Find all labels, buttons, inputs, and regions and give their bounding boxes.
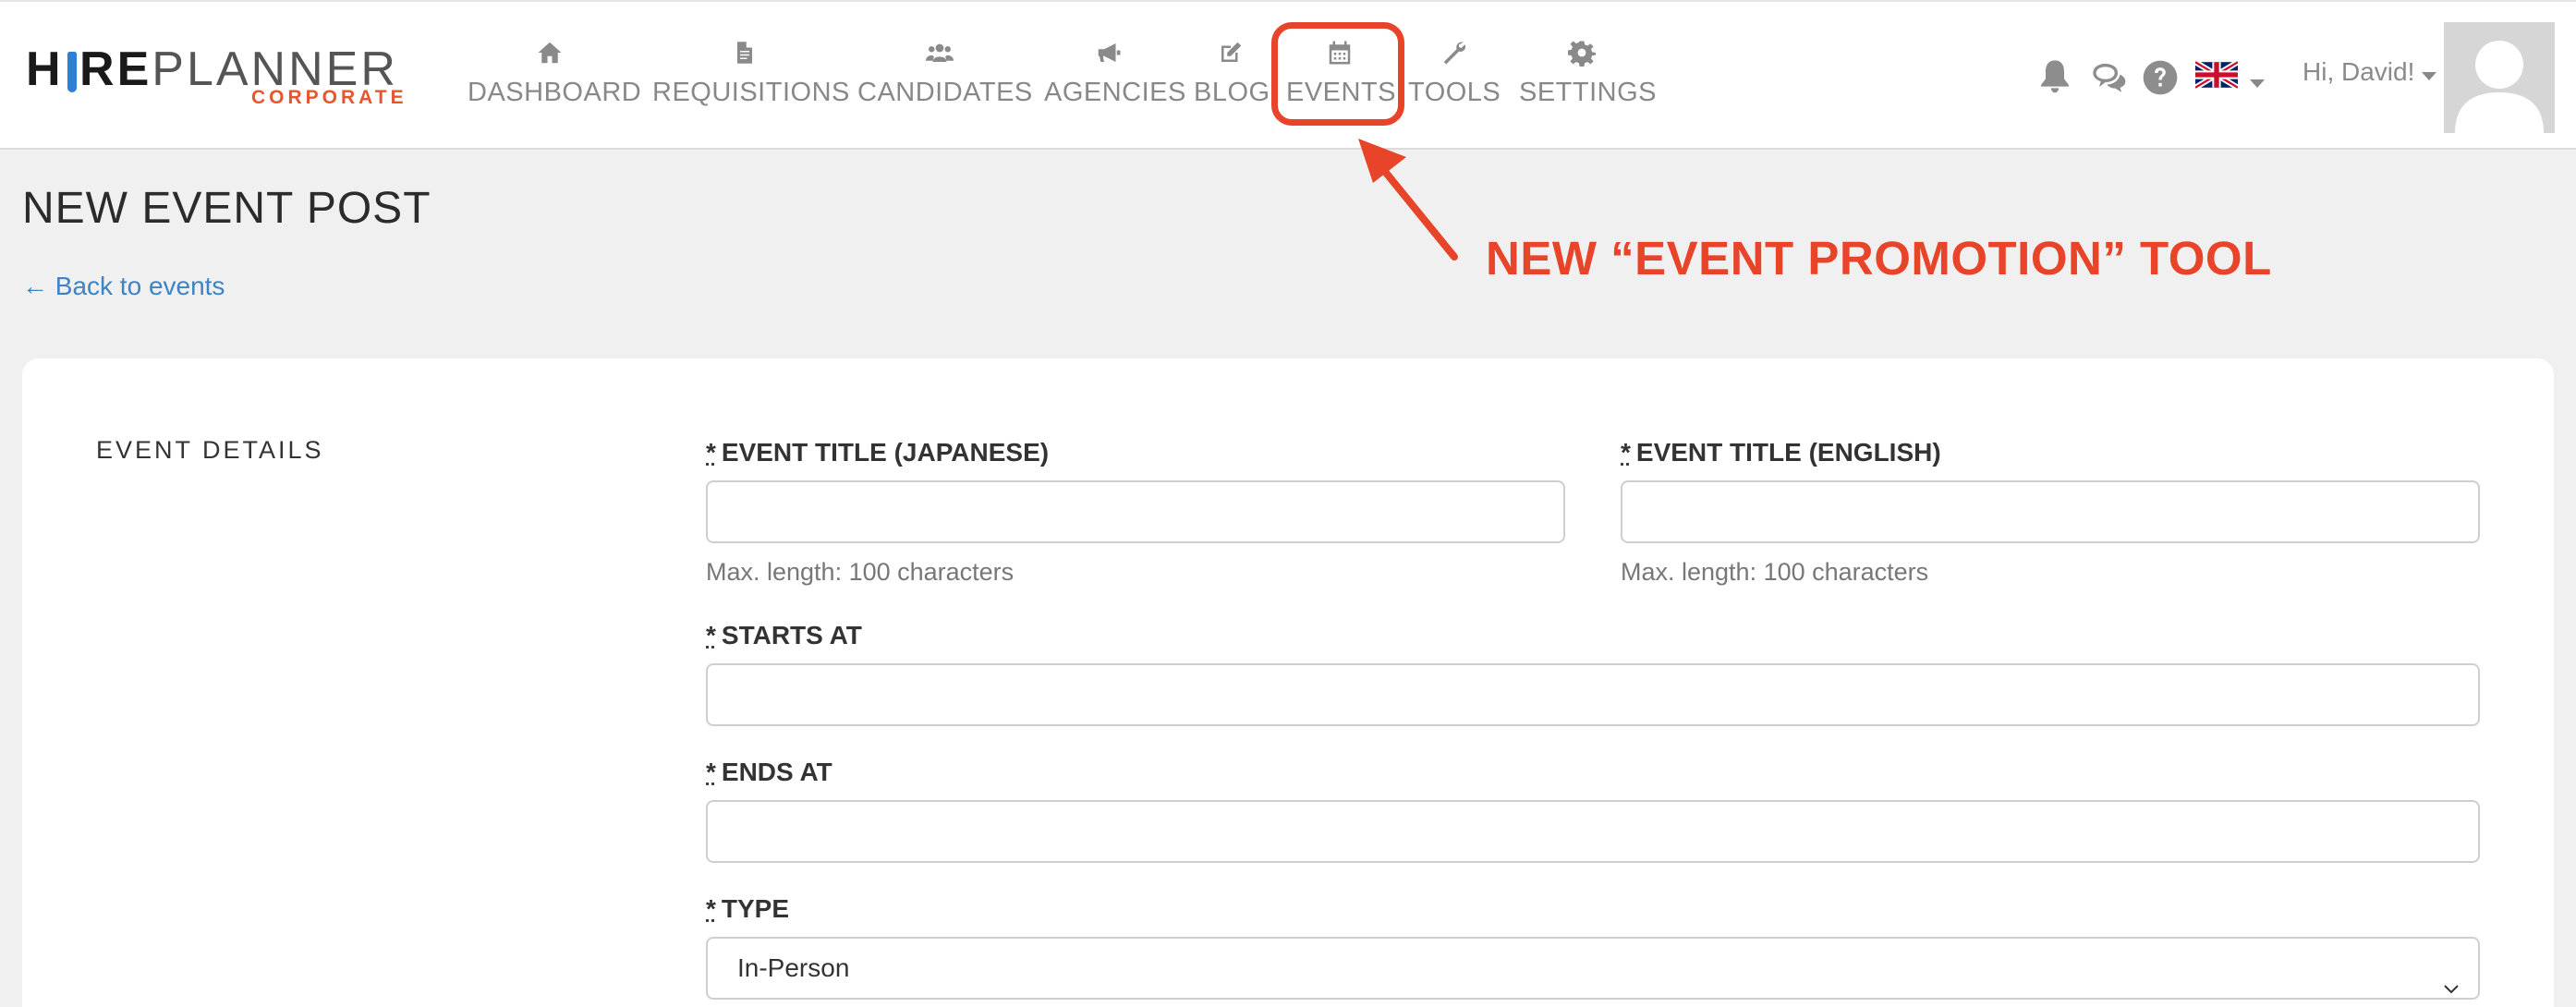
nav-label: BLOG bbox=[1194, 78, 1270, 107]
label-text: ENDS AT bbox=[721, 758, 832, 786]
hireplanner-logo[interactable]: HiREPLANNER CORPORATE bbox=[26, 42, 404, 116]
annotation-text: NEW “EVENT PROMOTION” TOOL bbox=[1486, 232, 2272, 285]
nav-item-dashboard[interactable]: DASHBOARD bbox=[468, 39, 642, 113]
required-marker: * bbox=[1621, 438, 1631, 467]
label-text: EVENT TITLE (ENGLISH) bbox=[1635, 438, 1941, 467]
type-select[interactable]: In-Person bbox=[706, 937, 2480, 1000]
logo-letter-h: H bbox=[26, 42, 64, 96]
nav-item-blog[interactable]: BLOG bbox=[1194, 39, 1270, 113]
label-text: STARTS AT bbox=[721, 621, 862, 649]
type-selected-value: In-Person bbox=[737, 953, 850, 982]
logo-letter-i: i bbox=[64, 42, 79, 96]
app-root: HiREPLANNER CORPORATE DASHBOARD REQUISIT… bbox=[0, 0, 2576, 1007]
home-icon bbox=[468, 39, 632, 72]
nav-item-tools[interactable]: TOOLS bbox=[1408, 39, 1501, 113]
label-text: EVENT TITLE (JAPANESE) bbox=[721, 438, 1050, 467]
title-en-label: * EVENT TITLE (ENGLISH) bbox=[1621, 438, 1941, 467]
label-text: TYPE bbox=[721, 894, 790, 923]
wrench-icon bbox=[1408, 39, 1501, 72]
title-en-input[interactable] bbox=[1621, 480, 2480, 543]
chevron-down-icon bbox=[2443, 959, 2460, 994]
required-marker: * bbox=[706, 438, 716, 467]
required-marker: * bbox=[706, 894, 716, 923]
tie-icon bbox=[67, 52, 77, 92]
nav-item-settings[interactable]: SETTINGS bbox=[1519, 39, 1658, 113]
avatar[interactable] bbox=[2444, 22, 2555, 133]
chat-icon[interactable] bbox=[2090, 59, 2127, 96]
required-marker: * bbox=[706, 621, 716, 649]
top-navbar: HiREPLANNER CORPORATE DASHBOARD REQUISIT… bbox=[0, 0, 2576, 150]
gear-icon bbox=[1519, 39, 1645, 72]
ends-at-label: * ENDS AT bbox=[706, 758, 832, 787]
nav-label: TOOLS bbox=[1408, 78, 1501, 107]
users-icon bbox=[857, 39, 1022, 72]
uk-flag-icon[interactable] bbox=[2193, 59, 2240, 91]
event-form-card: EVENT DETAILS * EVENT TITLE (JAPANESE) Ma… bbox=[22, 358, 2554, 1007]
title-ja-help: Max. length: 100 characters bbox=[706, 558, 1015, 586]
user-greeting[interactable]: Hi, David! bbox=[2303, 57, 2414, 87]
back-to-events-link[interactable]: ← Back to events bbox=[22, 272, 225, 301]
help-icon[interactable] bbox=[2142, 59, 2179, 96]
nav-label: REQUISITIONS bbox=[652, 78, 850, 107]
nav-label: AGENCIES bbox=[1044, 78, 1186, 107]
type-label: * TYPE bbox=[706, 894, 789, 924]
logo-letters-re: RE bbox=[79, 42, 152, 96]
nav-item-candidates[interactable]: CANDIDATES bbox=[857, 39, 1033, 113]
starts-at-input[interactable] bbox=[706, 663, 2480, 726]
title-ja-input[interactable] bbox=[706, 480, 1565, 543]
nav-label: SETTINGS bbox=[1519, 78, 1658, 107]
required-marker: * bbox=[706, 758, 716, 786]
user-menu-caret-icon[interactable] bbox=[2422, 72, 2436, 80]
nav-item-requisitions[interactable]: REQUISITIONS bbox=[652, 39, 850, 113]
bell-icon[interactable] bbox=[2036, 57, 2073, 94]
logo-subtitle: CORPORATE bbox=[251, 87, 407, 108]
nav-item-agencies[interactable]: AGENCIES bbox=[1044, 39, 1186, 113]
annotation-arrow-icon bbox=[1358, 139, 1458, 261]
starts-at-label: * STARTS AT bbox=[706, 621, 862, 650]
nav-label: CANDIDATES bbox=[857, 78, 1033, 107]
document-icon bbox=[652, 39, 837, 72]
section-label: EVENT DETAILS bbox=[96, 436, 324, 464]
nav-label: DASHBOARD bbox=[468, 78, 642, 107]
page-title: NEW EVENT POST bbox=[22, 184, 431, 233]
title-ja-label: * EVENT TITLE (JAPANESE) bbox=[706, 438, 1049, 467]
language-caret-icon[interactable] bbox=[2250, 79, 2265, 88]
events-highlight-box bbox=[1271, 22, 1404, 126]
megaphone-icon bbox=[1044, 39, 1173, 72]
ends-at-input[interactable] bbox=[706, 800, 2480, 863]
title-en-help: Max. length: 100 characters bbox=[1621, 558, 1929, 586]
edit-icon bbox=[1194, 39, 1268, 72]
